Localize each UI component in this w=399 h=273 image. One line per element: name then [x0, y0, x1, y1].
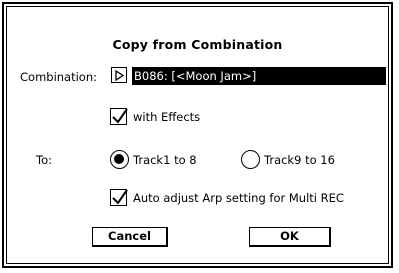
- combination-value-field[interactable]: B086: [<Moon Jam>]: [132, 67, 386, 85]
- ok-button[interactable]: OK: [249, 227, 331, 247]
- with-effects-checkbox[interactable]: [110, 108, 128, 125]
- copy-from-combination-dialog: Copy from Combination Combination: B086:…: [2, 2, 393, 268]
- combination-label: Combination:: [20, 70, 98, 84]
- cancel-button[interactable]: Cancel: [92, 227, 168, 247]
- checkmark-icon: [112, 108, 128, 124]
- to-label: To:: [36, 153, 52, 167]
- checkmark-icon: [112, 189, 128, 205]
- dialog-title: Copy from Combination: [112, 37, 283, 52]
- radio-track1-to-8[interactable]: [110, 150, 129, 169]
- play-arrow-icon: [115, 69, 124, 81]
- auto-adjust-arp-checkbox[interactable]: [110, 189, 128, 206]
- radio-track1-to-8-label: Track1 to 8: [133, 153, 197, 167]
- auto-adjust-arp-label: Auto adjust Arp setting for Multi REC: [133, 191, 344, 205]
- radio-track9-to-16-label: Track9 to 16: [264, 153, 335, 167]
- with-effects-label: with Effects: [133, 110, 201, 124]
- radio-track9-to-16[interactable]: [241, 150, 260, 169]
- combination-select-button[interactable]: [111, 67, 127, 83]
